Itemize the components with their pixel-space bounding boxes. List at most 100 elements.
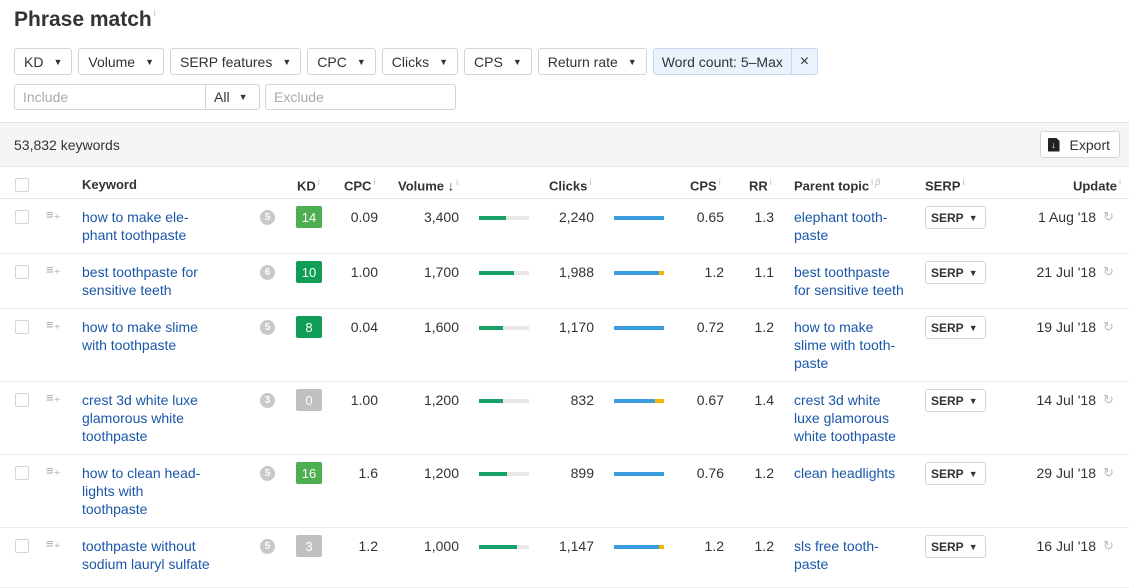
info-icon[interactable]: i [770, 177, 772, 187]
col-cps[interactable]: CPS i [690, 177, 721, 193]
refresh-icon[interactable]: ↻ [1103, 209, 1114, 225]
info-icon[interactable]: i [589, 177, 591, 187]
parent-topic-line: elephant tooth- [794, 209, 888, 225]
parent-topic-link[interactable]: best toothpaste for sensitive teeth [794, 263, 919, 299]
add-to-list-icon[interactable]: ≡₊ [46, 262, 60, 278]
row-checkbox[interactable] [15, 393, 29, 407]
keyword-link[interactable]: how to clean head-lights with toothpaste [82, 464, 262, 518]
col-keyword[interactable]: Keyword [82, 177, 137, 192]
filter-clicks[interactable]: Clicks ▼ [381, 48, 459, 75]
serp-dropdown[interactable]: SERP ▼ [925, 316, 986, 339]
refresh-icon[interactable]: ↻ [1103, 392, 1114, 408]
col-update[interactable]: Update i [1073, 177, 1121, 193]
col-volume[interactable]: Volume ↓ i [398, 177, 458, 193]
col-kd[interactable]: KD i [297, 177, 320, 193]
row-checkbox[interactable] [15, 265, 29, 279]
update-date: 19 Jul '18 [1036, 319, 1097, 335]
serp-label: SERP [931, 265, 964, 280]
volume-value: 1,000 [423, 538, 459, 554]
serp-features-count[interactable]: 3 [260, 393, 275, 408]
export-button[interactable]: ↓ Export [1039, 131, 1120, 158]
filter-cpc[interactable]: CPC ▼ [307, 48, 376, 75]
serp-dropdown[interactable]: SERP ▼ [925, 535, 986, 558]
include-input[interactable]: Include [14, 84, 206, 110]
parent-topic-line: how to make [794, 319, 874, 335]
parent-topic-link[interactable]: sls free tooth-paste [794, 537, 919, 573]
serp-dropdown[interactable]: SERP ▼ [925, 206, 986, 229]
info-icon[interactable]: i [456, 177, 458, 187]
info-icon[interactable]: i [373, 177, 375, 187]
filter-volume[interactable]: Volume ▼ [78, 48, 164, 75]
refresh-icon[interactable]: ↻ [1103, 538, 1114, 554]
serp-features-count[interactable]: 5 [260, 539, 275, 554]
clicks-organic-fill [614, 472, 664, 476]
col-clicks[interactable]: Clicks i [549, 177, 591, 193]
info-icon[interactable]: i [318, 177, 320, 187]
row-checkbox[interactable] [15, 210, 29, 224]
col-serp[interactable]: SERP i [925, 177, 964, 193]
filter-label: SERP features [180, 53, 273, 70]
keyword-link[interactable]: best toothpaste for sensitive teeth [82, 263, 262, 299]
parent-topic-link[interactable]: elephant tooth-paste [794, 208, 919, 244]
serp-features-count[interactable]: 6 [260, 265, 275, 280]
serp-dropdown[interactable]: SERP ▼ [925, 261, 986, 284]
filter-kd[interactable]: KD ▼ [14, 48, 73, 75]
clicks-value: 899 [570, 465, 594, 481]
serp-label: SERP [931, 393, 964, 408]
add-to-list-icon[interactable]: ≡₊ [46, 536, 60, 552]
filter-serp-features[interactable]: SERP features ▼ [170, 48, 302, 75]
col-parent-topic[interactable]: Parent topic i β [794, 177, 880, 193]
select-all-checkbox[interactable] [15, 178, 29, 192]
filter-bar: KD ▼ Volume ▼ SERP features ▼ CPC ▼ Clicks ▼ … [14, 48, 818, 75]
match-mode-select[interactable]: All ▼ [206, 84, 260, 110]
refresh-icon[interactable]: ↻ [1103, 264, 1114, 280]
col-label: CPC [344, 178, 372, 194]
refresh-icon[interactable]: ↻ [1103, 319, 1114, 335]
keyword-link[interactable]: how to make ele-phant toothpaste [82, 208, 262, 244]
keyword-line: toothpaste [82, 428, 148, 444]
add-to-list-icon[interactable]: ≡₊ [46, 390, 60, 406]
filter-label: Volume [88, 53, 136, 70]
close-icon[interactable]: × [790, 49, 817, 74]
cps-value: 1.2 [704, 264, 724, 280]
clicks-paid-fill [659, 545, 664, 549]
info-icon[interactable]: i [719, 177, 721, 187]
parent-topic-link[interactable]: crest 3d white luxe glamorous white toothp… [794, 391, 919, 445]
refresh-icon[interactable]: ↻ [1103, 465, 1114, 481]
table-row: ≡₊ toothpaste without sodium lauryl sulfat… [0, 528, 1129, 588]
info-icon[interactable]: i [871, 177, 873, 187]
exclude-input[interactable]: Exclude [265, 84, 456, 110]
add-to-list-icon[interactable]: ≡₊ [46, 317, 60, 333]
row-checkbox[interactable] [15, 539, 29, 553]
serp-features-count[interactable]: 5 [260, 466, 275, 481]
filter-label: KD [24, 53, 44, 70]
row-checkbox[interactable] [15, 320, 29, 334]
parent-topic-link[interactable]: clean headlights [794, 464, 919, 482]
cps-value: 0.76 [696, 465, 724, 481]
cpc-value: 0.09 [350, 209, 378, 225]
serp-dropdown[interactable]: SERP ▼ [925, 462, 986, 485]
col-cpc[interactable]: CPC i [344, 177, 375, 193]
filter-cps[interactable]: CPS ▼ [464, 48, 532, 75]
table-row: ≡₊ how to make slime with toothpaste 5 8 0.04… [0, 309, 1129, 382]
filter-word-count-active[interactable]: Word count: 5–Max × [652, 48, 818, 75]
keyword-link[interactable]: crest 3d white luxe glamorous white toothp… [82, 391, 262, 445]
volume-value: 1,200 [423, 392, 459, 408]
add-to-list-icon[interactable]: ≡₊ [46, 463, 60, 479]
col-rr[interactable]: RR i [749, 177, 772, 193]
download-file-icon: ↓ [1047, 137, 1060, 152]
kd-badge: 8 [296, 316, 322, 338]
serp-features-count[interactable]: 5 [260, 320, 275, 335]
keyword-link[interactable]: how to make slime with toothpaste [82, 318, 262, 354]
info-icon[interactable]: i [962, 177, 964, 187]
keyword-link[interactable]: toothpaste without sodium lauryl sulfate [82, 537, 262, 573]
col-label: Clicks [549, 178, 588, 194]
serp-features-count[interactable]: 5 [260, 210, 275, 225]
row-checkbox[interactable] [15, 466, 29, 480]
filter-return-rate[interactable]: Return rate ▼ [537, 48, 647, 75]
add-to-list-icon[interactable]: ≡₊ [46, 207, 60, 223]
parent-topic-link[interactable]: how to make slime with tooth-paste [794, 318, 919, 372]
info-icon[interactable]: i [154, 8, 156, 18]
info-icon[interactable]: i [1119, 177, 1121, 187]
serp-dropdown[interactable]: SERP ▼ [925, 389, 986, 412]
